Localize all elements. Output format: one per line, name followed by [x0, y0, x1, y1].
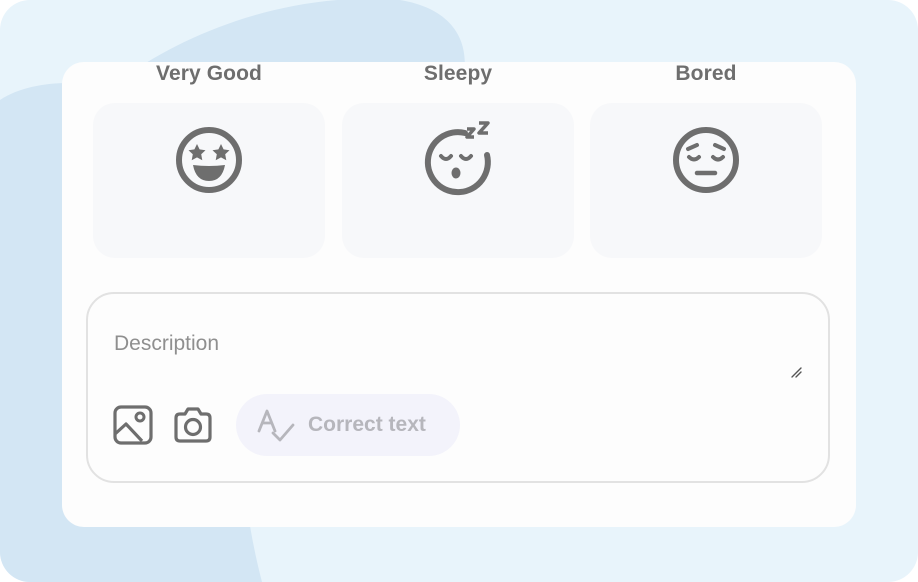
app-frame: Very Good Sleepy Bored Description Corre… [0, 0, 918, 582]
mood-label: Bored [675, 62, 737, 85]
sleeping-face-icon [424, 121, 491, 196]
image-icon [113, 405, 153, 445]
mood-option-sleepy[interactable]: Sleepy [342, 62, 574, 258]
correct-text-label: Correct text [308, 413, 426, 436]
pensive-face-icon [673, 127, 739, 193]
spellcheck-icon [257, 409, 295, 442]
mood-option-very-good[interactable]: Very Good [93, 62, 325, 258]
description-box: Correct text [86, 292, 830, 483]
mood-label: Very Good [156, 62, 262, 85]
mood-entry-card: Very Good Sleepy Bored Description Corre… [62, 62, 856, 527]
mood-option-bored[interactable]: Bored [590, 62, 822, 258]
resize-grip-icon[interactable] [790, 366, 802, 378]
mood-label: Sleepy [423, 62, 493, 85]
add-image-button[interactable] [112, 404, 154, 446]
camera-icon [174, 407, 212, 443]
description-input[interactable] [114, 330, 794, 358]
correct-text-button[interactable]: Correct text [236, 394, 460, 456]
camera-button[interactable] [172, 404, 214, 446]
star-struck-face-icon [176, 127, 242, 193]
